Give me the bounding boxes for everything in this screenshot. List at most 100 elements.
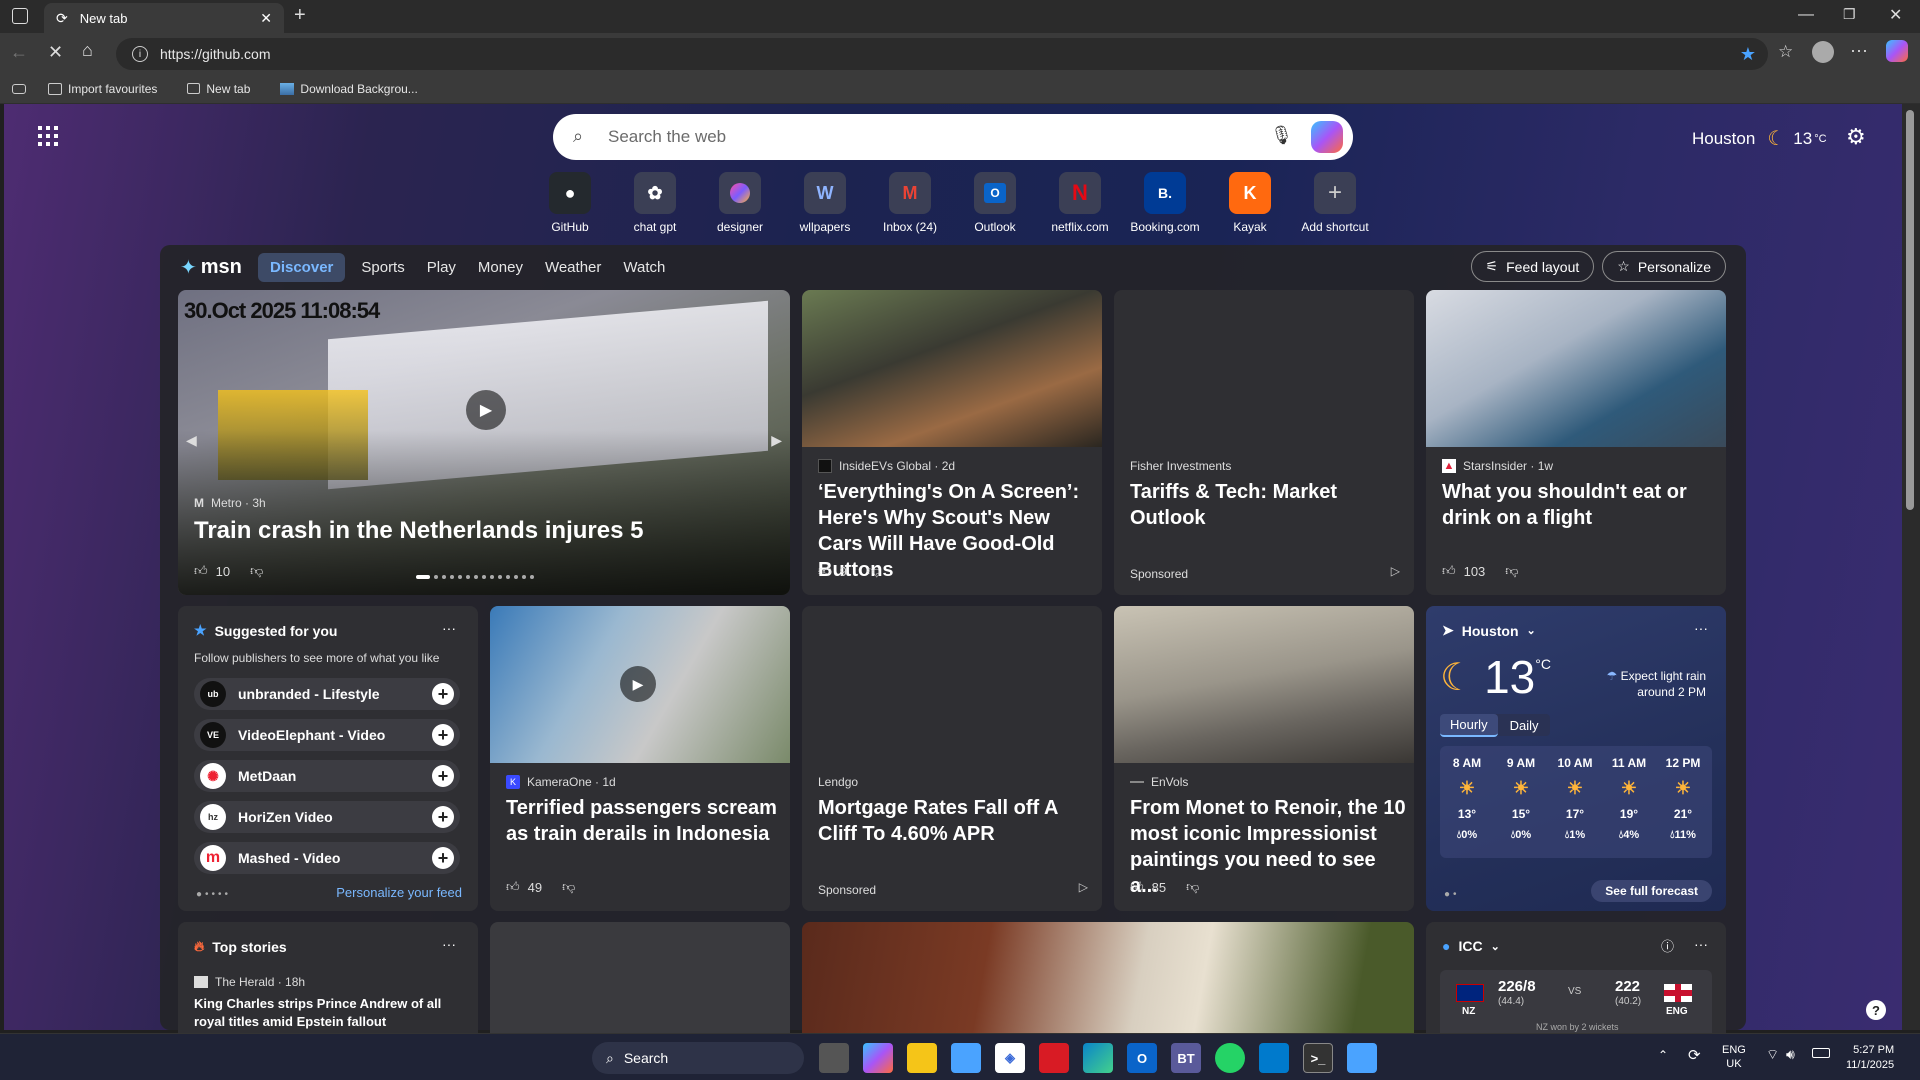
follow-plus-icon[interactable]: +	[432, 847, 454, 869]
sync-icon[interactable]: ⟳	[1688, 1046, 1701, 1064]
personalize-button[interactable]: ☆ Personalize	[1602, 251, 1726, 282]
carousel-prev-icon[interactable]: ◀	[186, 432, 197, 449]
stop-loading-button[interactable]: ✕	[48, 42, 63, 63]
thumbs-up-icon[interactable]: 👍︎	[818, 563, 832, 579]
tab-daily[interactable]: Daily	[1498, 715, 1551, 736]
publisher-row[interactable]: ✺ MetDaan +	[194, 760, 460, 792]
publisher-row[interactable]: hz HoriZen Video +	[194, 801, 460, 833]
tab-discover[interactable]: Discover	[258, 252, 346, 282]
card-flight[interactable]: ▲ StarsInsider · 1w What you shouldn't ea…	[1426, 290, 1726, 595]
whatsapp-icon[interactable]	[1215, 1043, 1245, 1073]
header-weather[interactable]: Houston ☾ 13 °C	[1692, 126, 1827, 151]
shortcut-netflix[interactable]: Nnetflix.com	[1038, 172, 1122, 234]
carousel-next-icon[interactable]: ▶	[771, 432, 782, 449]
thumbs-down-icon[interactable]: 👎︎	[1505, 563, 1518, 579]
profile-avatar[interactable]	[1812, 41, 1834, 63]
apps-grid-icon[interactable]	[38, 126, 58, 146]
thumbs-down-icon[interactable]: 👎︎	[562, 879, 575, 895]
match-score[interactable]: NZ 226/8 (44.4) VS 222 (40.2) ENG NZ won…	[1440, 970, 1712, 1042]
task-view-icon[interactable]	[819, 1043, 849, 1073]
red-app-icon[interactable]	[1039, 1043, 1069, 1073]
tab-new-tab[interactable]: ⟳ New tab ✕	[44, 3, 284, 33]
minimize-button[interactable]: —	[1798, 6, 1814, 24]
play-icon[interactable]: ▶	[466, 390, 506, 430]
vscode-icon[interactable]	[1259, 1043, 1289, 1073]
shortcut-chatgpt[interactable]: ✿ chat gpt	[613, 172, 697, 234]
shortcut-add[interactable]: + Add shortcut	[1293, 172, 1377, 234]
shortcut-booking[interactable]: B. Booking.com	[1123, 172, 1207, 234]
outlook-app-icon[interactable]: O	[1127, 1043, 1157, 1073]
bt-app-icon[interactable]: BT	[1171, 1043, 1201, 1073]
tab-hourly[interactable]: Hourly	[1440, 713, 1498, 737]
carousel-dots[interactable]	[416, 575, 534, 579]
windows-start-icon[interactable]	[555, 1047, 577, 1069]
close-window-button[interactable]: ✕	[1889, 5, 1902, 25]
web-search-box[interactable]: ⌕ Search the web 🎙	[553, 114, 1353, 160]
close-tab-icon[interactable]: ✕	[260, 10, 272, 27]
thumbs-down-icon[interactable]: 👎︎	[250, 563, 263, 579]
thumbs-up-icon[interactable]: 👍︎	[194, 563, 208, 579]
more-options-icon[interactable]: ···	[1694, 620, 1708, 636]
fav-new-tab[interactable]: New tab	[187, 82, 250, 96]
thumbs-down-icon[interactable]: 👎︎	[867, 563, 880, 579]
play-icon[interactable]: ▶	[620, 666, 656, 702]
clock[interactable]: 5:27 PM 11/1/2025	[1846, 1043, 1894, 1073]
story-headline[interactable]: King Charles strips Prince Andrew of all…	[194, 995, 464, 1031]
tab-actions-icon[interactable]	[12, 8, 28, 24]
thumbs-up-icon[interactable]: 👍︎	[1130, 879, 1144, 895]
collections-icon[interactable]	[12, 83, 26, 94]
ad-choices-icon[interactable]: ▷	[1391, 564, 1400, 578]
card-placeholder[interactable]	[490, 922, 790, 1042]
follow-plus-icon[interactable]: +	[432, 683, 454, 705]
current-weather[interactable]: ☾ 13 °C	[1440, 650, 1551, 704]
favorite-star-icon[interactable]: ★	[1740, 44, 1756, 65]
tab-sports[interactable]: Sports	[361, 259, 404, 276]
edge-icon[interactable]	[1083, 1043, 1113, 1073]
cricket-title[interactable]: ● ICC ⌄	[1442, 938, 1500, 954]
snipping-tool-icon[interactable]	[1347, 1043, 1377, 1073]
thumbs-down-icon[interactable]: 👎︎	[1186, 879, 1199, 895]
hero-card-train-crash[interactable]: 30.Oct 2025 11:08:54 ▶ ◀ ▶ M Metro · 3h T…	[178, 290, 790, 595]
feed-layout-button[interactable]: ⚟ Feed layout	[1470, 251, 1595, 282]
see-full-forecast-button[interactable]: See full forecast	[1591, 880, 1712, 902]
pagination-dots[interactable]: ●••••	[196, 889, 231, 900]
copilot-app-icon[interactable]	[863, 1043, 893, 1073]
fav-download[interactable]: Download Backgrou...	[280, 82, 418, 96]
thumbs-up-icon[interactable]: 👍︎	[1442, 563, 1456, 579]
shortcut-wallpapers[interactable]: Wwllpapers	[783, 172, 867, 234]
site-info-icon[interactable]: i	[132, 46, 148, 62]
shortcut-kayak[interactable]: K Kayak	[1208, 172, 1292, 234]
follow-plus-icon[interactable]: +	[432, 806, 454, 828]
ad-choices-icon[interactable]: ▷	[1079, 880, 1088, 894]
home-button[interactable]: ⌂	[82, 40, 93, 61]
page-scrollbar[interactable]	[1902, 104, 1920, 1030]
favorites-icon[interactable]: ☆	[1778, 42, 1793, 62]
settings-gear-icon[interactable]: ⚙	[1846, 124, 1866, 150]
taskbar-search[interactable]: ⌕ Search	[592, 1042, 804, 1074]
tab-watch[interactable]: Watch	[623, 259, 665, 276]
new-tab-button[interactable]: +	[294, 4, 306, 27]
publisher-row[interactable]: VE VideoElephant - Video +	[194, 719, 460, 751]
store-icon[interactable]	[951, 1043, 981, 1073]
card-scout[interactable]: InsideEVs Global · 2d ‘Everything's On A…	[802, 290, 1102, 595]
more-options-icon[interactable]: ···	[442, 620, 456, 636]
scroll-thumb[interactable]	[1906, 110, 1914, 510]
url-field[interactable]: i https://github.com ★	[116, 38, 1768, 70]
wifi-icon[interactable]: ⌔	[1766, 1046, 1779, 1064]
tab-money[interactable]: Money	[478, 259, 523, 276]
tab-play[interactable]: Play	[427, 259, 456, 276]
shortcut-designer[interactable]: designer	[698, 172, 782, 234]
restore-button[interactable]: ❐	[1843, 6, 1856, 23]
shortcut-inbox[interactable]: M Inbox (24)	[868, 172, 952, 234]
follow-plus-icon[interactable]: +	[432, 765, 454, 787]
tab-weather[interactable]: Weather	[545, 259, 601, 276]
info-icon[interactable]: ⓘ	[1661, 936, 1674, 955]
publisher-row[interactable]: m Mashed - Video +	[194, 842, 460, 874]
show-hidden-icons[interactable]: ⌃	[1658, 1048, 1668, 1062]
thumbs-up-icon[interactable]: 👍︎	[506, 879, 520, 895]
volume-icon[interactable]: 🔊︎	[1786, 1046, 1795, 1063]
back-button[interactable]: ←	[10, 42, 28, 63]
fav-import[interactable]: Import favourites	[48, 82, 157, 96]
weather-location[interactable]: ➤ Houston ⌄	[1442, 622, 1536, 639]
weather-summary[interactable]: ☂ Expect light rain around 2 PM	[1586, 668, 1706, 700]
